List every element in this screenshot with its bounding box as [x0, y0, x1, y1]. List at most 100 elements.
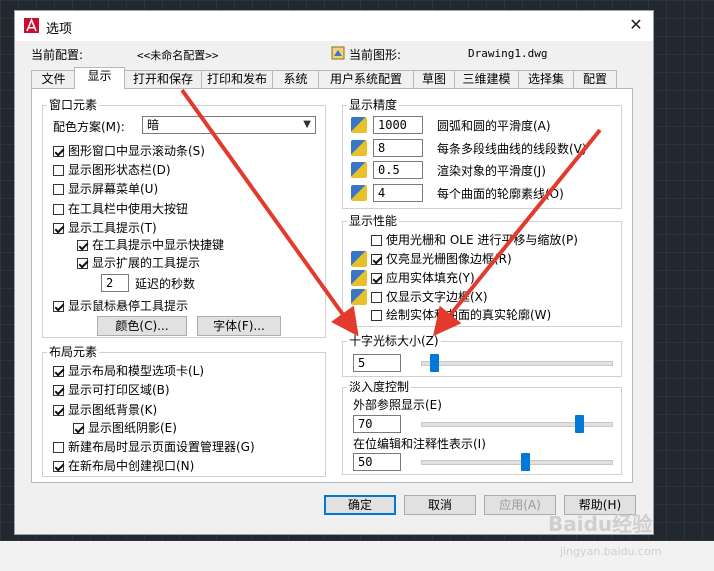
checkbox-box [371, 254, 382, 265]
inplace-edit-track [421, 460, 613, 465]
display-tab-panel: 窗口元素 配色方案(M): 暗 ▼ 图形窗口中显示滚动条(S) 显示图形状态栏(… [31, 88, 633, 483]
checkbox-label: 在新布局中创建视口(N) [68, 459, 195, 473]
checkbox-box [73, 423, 84, 434]
display-resolution-group: 显示精度 1000 圆弧和圆的平滑度(A) 8 每条多段线曲线的线段数(V) 0… [342, 98, 622, 209]
tooltip-delay-input[interactable]: 2 [101, 274, 129, 292]
tab-drafting[interactable]: 草图 [413, 70, 455, 88]
checkbox-status-bar[interactable]: 显示图形状态栏(D) [53, 162, 171, 179]
color-scheme-value: 暗 [147, 118, 160, 132]
checkbox-raster-frame-highlight[interactable]: 仅亮显光栅图像边框(R) [371, 251, 512, 268]
xref-display-track [421, 422, 613, 427]
display-performance-icon [351, 251, 367, 267]
contour-lines-label: 每个曲面的轮廓素线(O) [437, 187, 564, 201]
checkbox-box [53, 301, 64, 312]
watermark-url: jingyan.baidu.com [560, 545, 662, 558]
checkbox-box [53, 366, 64, 377]
checkbox-box [53, 165, 64, 176]
checkbox-box [371, 235, 382, 246]
tab-display[interactable]: 显示 [74, 67, 125, 89]
inplace-edit-slider[interactable] [520, 453, 530, 471]
checkbox-solid-fill[interactable]: 应用实体填充(Y) [371, 270, 475, 287]
tab-open-save[interactable]: 打开和保存 [124, 70, 202, 88]
checkbox-screen-menu[interactable]: 显示屏幕菜单(U) [53, 181, 158, 198]
crosshair-size-slider[interactable] [430, 354, 440, 372]
contour-lines-input[interactable]: 4 [373, 184, 423, 202]
current-drawing-value: Drawing1.dwg [468, 47, 548, 60]
checkbox-page-setup-manager[interactable]: 新建布局时显示页面设置管理器(G) [53, 439, 255, 456]
checkbox-label: 新建布局时显示页面设置管理器(G) [68, 440, 255, 454]
current-drawing-label: 当前图形: [349, 48, 402, 62]
tooltip-delay-label: 延迟的秒数 [135, 277, 196, 291]
tab-files[interactable]: 文件 [31, 70, 76, 88]
display-performance-icon [351, 270, 367, 286]
checkbox-paper-shadow[interactable]: 显示图纸阴影(E) [73, 420, 177, 437]
checkbox-tooltips[interactable]: 显示工具提示(T) [53, 220, 157, 237]
checkbox-box [53, 223, 64, 234]
checkbox-raster-ole-pan[interactable]: 使用光栅和 OLE 进行平移与缩放(P) [371, 232, 578, 249]
autocad-app-icon [24, 18, 39, 33]
options-dialog: 选项 ✕ 当前配置: <<未命名配置>> 当前图形: Drawing1.dwg … [14, 10, 654, 535]
checkbox-true-silhouettes[interactable]: 绘制实体和曲面的真实轮廓(W) [371, 307, 551, 324]
checkbox-box [53, 146, 64, 157]
checkbox-printable-area[interactable]: 显示可打印区域(B) [53, 382, 170, 399]
display-resolution-icon [351, 140, 367, 156]
crosshair-size-input[interactable]: 5 [353, 354, 401, 372]
checkbox-label: 显示可打印区域(B) [68, 383, 170, 397]
xref-display-slider[interactable] [574, 415, 584, 433]
checkbox-label: 显示图形状态栏(D) [68, 163, 171, 177]
tab-plot-publish[interactable]: 打印和发布 [201, 70, 273, 88]
checkbox-large-buttons[interactable]: 在工具栏中使用大按钮 [53, 201, 188, 218]
checkbox-create-viewport[interactable]: 在新布局中创建视口(N) [53, 458, 194, 475]
checkbox-label: 仅显示文字边框(X) [386, 290, 488, 304]
fonts-button[interactable]: 字体(F)... [197, 316, 281, 336]
cancel-button[interactable]: 取消 [404, 495, 476, 515]
color-scheme-select[interactable]: 暗 ▼ [142, 116, 316, 134]
checkbox-layout-model-tabs[interactable]: 显示布局和模型选项卡(L) [53, 363, 204, 380]
tab-3d-modeling[interactable]: 三维建模 [454, 70, 519, 88]
tab-system[interactable]: 系统 [272, 70, 319, 88]
fade-control-title: 淡入度控制 [347, 380, 412, 394]
checkbox-box [371, 292, 382, 303]
display-performance-title: 显示性能 [347, 214, 400, 228]
current-profile-label: 当前配置: [31, 48, 84, 62]
polyline-segments-label: 每条多段线曲线的线段数(V) [437, 142, 587, 156]
checkbox-label: 图形窗口中显示滚动条(S) [68, 144, 205, 158]
render-smoothness-input[interactable]: 0.5 [373, 161, 423, 179]
polyline-segments-input[interactable]: 8 [373, 139, 423, 157]
display-resolution-title: 显示精度 [347, 98, 400, 112]
checkbox-extended-tooltips[interactable]: 显示扩展的工具提示 [77, 255, 200, 272]
tab-profiles[interactable]: 配置 [573, 70, 617, 88]
display-performance-icon [351, 289, 367, 305]
arc-smoothness-input[interactable]: 1000 [373, 116, 423, 134]
checkbox-box [53, 204, 64, 215]
checkbox-scrollbars[interactable]: 图形窗口中显示滚动条(S) [53, 143, 205, 160]
checkbox-text-boundary[interactable]: 仅显示文字边框(X) [371, 289, 488, 306]
checkbox-label: 绘制实体和曲面的真实轮廓(W) [386, 308, 552, 322]
checkbox-tooltip-shortcuts[interactable]: 在工具提示中显示快捷键 [77, 237, 224, 254]
tab-selection[interactable]: 选择集 [518, 70, 574, 88]
display-resolution-icon [351, 117, 367, 133]
checkbox-box [53, 405, 64, 416]
layout-elements-title: 布局元素 [47, 345, 100, 359]
window-elements-title: 窗口元素 [47, 98, 100, 112]
watermark-brand: Baidu经验 [548, 512, 653, 536]
crosshair-size-track [421, 361, 613, 366]
checkbox-paper-background[interactable]: 显示图纸背景(K) [53, 402, 157, 419]
color-scheme-label: 配色方案(M): [53, 120, 125, 134]
crosshair-size-title: 十字光标大小(Z) [347, 334, 441, 348]
xref-display-input[interactable]: 70 [353, 415, 401, 433]
checkbox-box [371, 273, 382, 284]
checkbox-label: 在工具提示中显示快捷键 [92, 238, 225, 252]
checkbox-rollover-tooltips[interactable]: 显示鼠标悬停工具提示 [53, 298, 188, 315]
ok-button[interactable]: 确定 [324, 495, 396, 515]
drawing-icon [331, 46, 345, 60]
checkbox-box [53, 461, 64, 472]
colors-button[interactable]: 颜色(C)... [97, 316, 187, 336]
tab-user-preferences[interactable]: 用户系统配置 [318, 70, 414, 88]
checkbox-label: 显示工具提示(T) [68, 221, 157, 235]
inplace-edit-input[interactable]: 50 [353, 453, 401, 471]
close-icon[interactable]: ✕ [627, 16, 645, 34]
apply-button[interactable]: 应用(A) [484, 495, 556, 515]
checkbox-label: 在工具栏中使用大按钮 [68, 202, 189, 216]
checkbox-box [371, 310, 382, 321]
